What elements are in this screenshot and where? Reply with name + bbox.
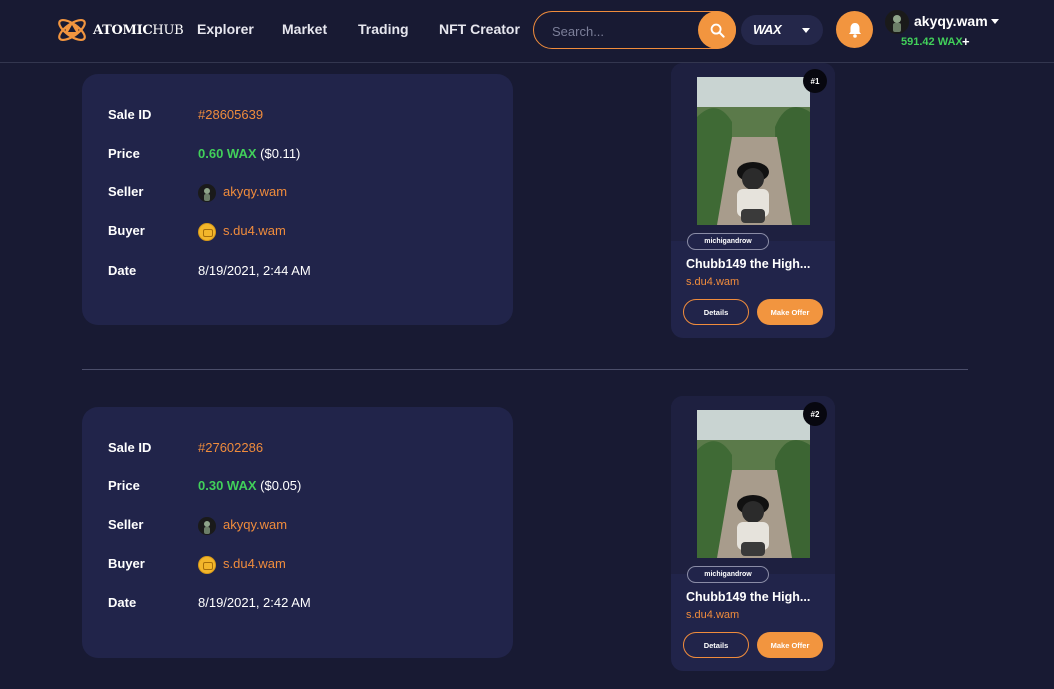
buyer-label: Buyer bbox=[108, 556, 145, 571]
search-button[interactable] bbox=[698, 11, 736, 49]
search-icon bbox=[710, 23, 725, 38]
avatar-icon bbox=[885, 10, 909, 34]
sale-info-card: Sale ID #27602286 Price 0.30 WAX ($0.05)… bbox=[82, 407, 513, 658]
bell-icon bbox=[848, 22, 861, 38]
notifications-button[interactable] bbox=[836, 11, 873, 48]
sale-id-label: Sale ID bbox=[108, 440, 152, 455]
details-button[interactable]: Details bbox=[683, 632, 749, 658]
nft-card[interactable]: #1 michigandrow Chubb149 the High... s.d… bbox=[671, 63, 835, 338]
top-navbar: ATOMICHUB Explorer Market Trading NFT Cr… bbox=[0, 0, 1054, 63]
date-value: 8/19/2021, 2:42 AM bbox=[198, 595, 311, 610]
chain-selector[interactable]: WAX bbox=[741, 15, 823, 45]
nft-name: Chubb149 the High... bbox=[686, 257, 811, 271]
make-offer-button[interactable]: Make Offer bbox=[757, 632, 823, 658]
wax-balance: 591.42 WAX bbox=[901, 36, 963, 48]
sale-id-link[interactable]: #27602286 bbox=[198, 438, 263, 458]
nft-image[interactable] bbox=[697, 410, 810, 558]
date-value: 8/19/2021, 2:44 AM bbox=[198, 263, 311, 278]
details-button[interactable]: Details bbox=[683, 299, 749, 325]
avatar-icon bbox=[198, 516, 216, 535]
buyer-label: Buyer bbox=[108, 223, 145, 238]
price-label: Price bbox=[108, 146, 140, 161]
logo-text: ATOMICHUB bbox=[93, 22, 184, 38]
nft-name: Chubb149 the High... bbox=[686, 590, 811, 604]
sale-id-link[interactable]: #28605639 bbox=[198, 105, 263, 125]
date-label: Date bbox=[108, 595, 137, 610]
atom-logo-icon bbox=[58, 18, 86, 42]
seller-label: Seller bbox=[108, 517, 144, 532]
section-divider bbox=[82, 369, 968, 370]
sale-id-label: Sale ID bbox=[108, 107, 152, 122]
chevron-down-icon[interactable] bbox=[991, 19, 999, 24]
user-avatar[interactable] bbox=[885, 10, 909, 34]
make-offer-button[interactable]: Make Offer bbox=[757, 299, 823, 325]
search-input[interactable] bbox=[552, 21, 692, 41]
nav-nft-creator[interactable]: NFT Creator bbox=[439, 21, 520, 37]
date-label: Date bbox=[108, 263, 137, 278]
nft-image-area: #2 bbox=[671, 396, 835, 574]
add-funds-button[interactable]: + bbox=[962, 34, 970, 49]
nav-explorer[interactable]: Explorer bbox=[197, 21, 254, 37]
price-label: Price bbox=[108, 478, 140, 493]
nav-trading[interactable]: Trading bbox=[358, 21, 409, 37]
nft-owner-link[interactable]: s.du4.wam bbox=[686, 276, 739, 288]
nft-image[interactable] bbox=[697, 77, 810, 225]
buyer-link[interactable]: s.du4.wam bbox=[198, 221, 286, 241]
seller-link[interactable]: akyqy.wam bbox=[198, 515, 287, 535]
seller-label: Seller bbox=[108, 184, 144, 199]
collection-tag[interactable]: michigandrow bbox=[687, 233, 769, 250]
seller-link[interactable]: akyqy.wam bbox=[198, 182, 287, 202]
user-name[interactable]: akyqy.wam bbox=[914, 13, 988, 29]
mint-number-badge: #2 bbox=[803, 402, 827, 426]
chevron-down-icon bbox=[802, 28, 810, 33]
collection-tag[interactable]: michigandrow bbox=[687, 566, 769, 583]
price-value: 0.60 WAX ($0.11) bbox=[198, 146, 301, 161]
nft-card[interactable]: #2 michigandrow Chubb149 the High... s.d… bbox=[671, 396, 835, 671]
price-value: 0.30 WAX ($0.05) bbox=[198, 478, 302, 493]
buyer-link[interactable]: s.du4.wam bbox=[198, 554, 286, 574]
atomichub-logo[interactable]: ATOMICHUB bbox=[54, 12, 184, 48]
nav-market[interactable]: Market bbox=[282, 21, 327, 37]
wax-logo: WAX bbox=[753, 22, 782, 37]
mint-number-badge: #1 bbox=[803, 69, 827, 93]
coin-icon bbox=[198, 222, 216, 241]
avatar-icon bbox=[198, 183, 216, 202]
nft-image-area: #1 bbox=[671, 63, 835, 241]
sale-info-card: Sale ID #28605639 Price 0.60 WAX ($0.11)… bbox=[82, 74, 513, 325]
nft-owner-link[interactable]: s.du4.wam bbox=[686, 609, 739, 621]
coin-icon bbox=[198, 555, 216, 574]
